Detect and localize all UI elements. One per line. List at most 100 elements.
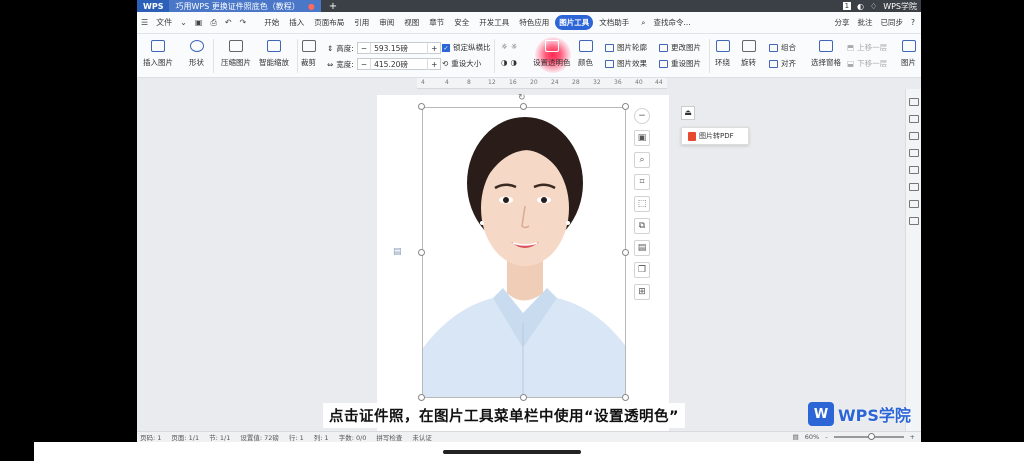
view-mode-icon[interactable]: ▤ [793,433,799,441]
tab-developer[interactable]: 开发工具 [475,15,513,30]
sidebar-pin-icon[interactable] [908,98,919,106]
plus-icon[interactable]: + [428,44,440,53]
image-more-icon[interactable]: ⊞ [634,284,650,300]
document-tab[interactable]: 巧用WPS 更换证件照底色（教程） ● [169,0,321,12]
tab-security[interactable]: 安全 [450,15,473,30]
resize-handle-top[interactable] [520,103,527,110]
undo-icon[interactable]: ↶ [225,18,232,27]
resize-handle-top-right[interactable] [622,103,629,110]
sidebar-settings-icon[interactable] [908,200,919,208]
reset-picture-button[interactable]: 重设图片 [659,58,701,69]
contrast-down-icon[interactable]: ◑ [511,58,518,67]
file-menu[interactable]: 文件 [156,17,172,28]
contrast-up-icon[interactable]: ◑ [501,58,508,67]
width-value[interactable]: 415.20磅 [370,58,429,70]
picture-outline-button[interactable]: 图片轮廓 [605,42,647,53]
contrast-buttons[interactable]: ◑ ◑ [501,58,517,67]
hamburger-icon[interactable]: ☰ [141,18,148,27]
combine-button[interactable]: 组合 [769,42,796,53]
annotate-button[interactable]: 批注 [858,17,873,28]
status-col[interactable]: 列: 1 [314,432,329,442]
resize-handle-bottom-right[interactable] [622,394,629,401]
color-button[interactable]: 颜色 [578,40,593,68]
tab-picture-tools[interactable]: 图片工具 [555,15,594,30]
status-spellcheck[interactable]: 拼写检查 [376,432,402,442]
home-indicator[interactable] [443,450,581,454]
search-command[interactable]: 查找命令... [653,17,690,28]
tab-start[interactable]: 开始 [260,15,283,30]
sidebar-grid-icon[interactable] [908,183,919,191]
sidebar-shape-icon[interactable] [908,149,919,157]
sidebar-cursor-icon[interactable] [908,115,919,123]
share-button[interactable]: 分享 [835,17,850,28]
resize-handle-left[interactable] [418,249,425,256]
smart-zoom-button[interactable]: 智能缩放 [259,40,289,68]
sidebar-crop-icon[interactable] [908,166,919,174]
close-tab-icon[interactable]: ● [308,2,315,11]
zoom-in-button[interactable]: + [910,433,915,441]
collapse-icon[interactable]: − [634,108,650,124]
bell-icon[interactable]: ♢ [870,2,877,11]
picture-extra-button[interactable]: 图片 [901,40,916,68]
move-up-button[interactable]: ⬒ 上移一层 [847,42,887,53]
status-page[interactable]: 页码: 1 [140,432,161,442]
status-chars[interactable]: 字数: 0/0 [339,432,367,442]
upload-icon[interactable]: ⏏ [681,106,695,120]
minus-icon[interactable]: − [358,44,370,53]
minus-icon[interactable]: − [358,60,370,69]
resize-handle-bottom-left[interactable] [418,394,425,401]
status-pages[interactable]: 页面: 1/1 [171,432,199,442]
height-value[interactable]: 593.15磅 [370,42,429,54]
lock-ratio-checkbox[interactable]: ✓ 锁定纵横比 [442,42,491,53]
image-to-pdf-popup[interactable]: 图片转PDF [681,127,749,145]
change-picture-button[interactable]: 更改图片 [659,42,701,53]
sync-status[interactable]: 已同步 [881,17,904,28]
compress-image-button[interactable]: 压缩图片 [221,40,251,68]
move-down-button[interactable]: ⬓ 下移一层 [847,58,887,69]
save-icon[interactable]: ▣ [195,18,203,27]
tab-chapter[interactable]: 章节 [425,15,448,30]
tab-features[interactable]: 特色应用 [515,15,553,30]
insert-image-button[interactable]: 插入图片 [143,40,173,68]
status-section[interactable]: 节: 1/1 [209,432,230,442]
reset-size-button[interactable]: ⟲ 重设大小 [442,58,481,69]
status-row[interactable]: 行: 1 [289,432,304,442]
copy-image-icon[interactable]: ❐ [634,262,650,278]
image-edit-icon[interactable]: ▤ [634,240,650,256]
resize-handle-right[interactable] [622,249,629,256]
new-tab-button[interactable]: + [329,1,337,12]
tab-doc-assistant[interactable]: 文档助手 [595,15,633,30]
zoom-out-button[interactable]: - [825,433,827,441]
tab-review[interactable]: 审阅 [375,15,398,30]
zoom-slider[interactable] [833,433,904,440]
id-photo[interactable] [422,107,626,398]
redo-icon[interactable]: ↷ [240,18,247,27]
search-icon[interactable]: ⌕ [641,18,645,28]
status-cert[interactable]: 未认证 [412,432,432,442]
shape-button[interactable]: 形状 [189,40,204,68]
zoom-level[interactable]: 60% [805,433,819,441]
wps-home-tab[interactable]: WPS [137,0,170,12]
resize-handle-top-left[interactable] [418,103,425,110]
picture-effect-button[interactable]: 图片效果 [605,58,647,69]
zoom-slider-thumb[interactable] [867,433,875,440]
brightness-buttons[interactable]: ☼ ☼ [501,42,517,51]
tab-references[interactable]: 引用 [350,15,373,30]
height-stepper[interactable]: −593.15磅 + [356,42,442,54]
print-icon[interactable]: ⎙ [210,18,216,28]
tab-insert[interactable]: 插入 [285,15,308,30]
brightness-down-icon[interactable]: ☼ [511,42,518,51]
image-settings-icon[interactable]: ▣ [634,130,650,146]
status-setting[interactable]: 设置值: 72磅 [240,432,279,442]
tab-page-layout[interactable]: 页面布局 [310,15,348,30]
width-stepper[interactable]: −415.20磅 + [356,58,442,70]
rotate-button[interactable]: 旋转 [741,40,756,68]
horizontal-ruler[interactable]: 4 4 8 12 16 20 24 28 32 36 40 44 [417,78,667,89]
resize-handle-bottom[interactable] [520,394,527,401]
layout-option-icon[interactable]: ⧉ [634,218,650,234]
help-button[interactable]: ? [911,18,915,27]
set-transparent-button[interactable]: 设置透明色 [533,40,571,68]
smart-cutout-icon[interactable]: ⬚ [634,196,650,212]
sidebar-edit-icon[interactable] [908,132,919,140]
select-pane-button[interactable]: 选择窗格 [811,40,841,68]
